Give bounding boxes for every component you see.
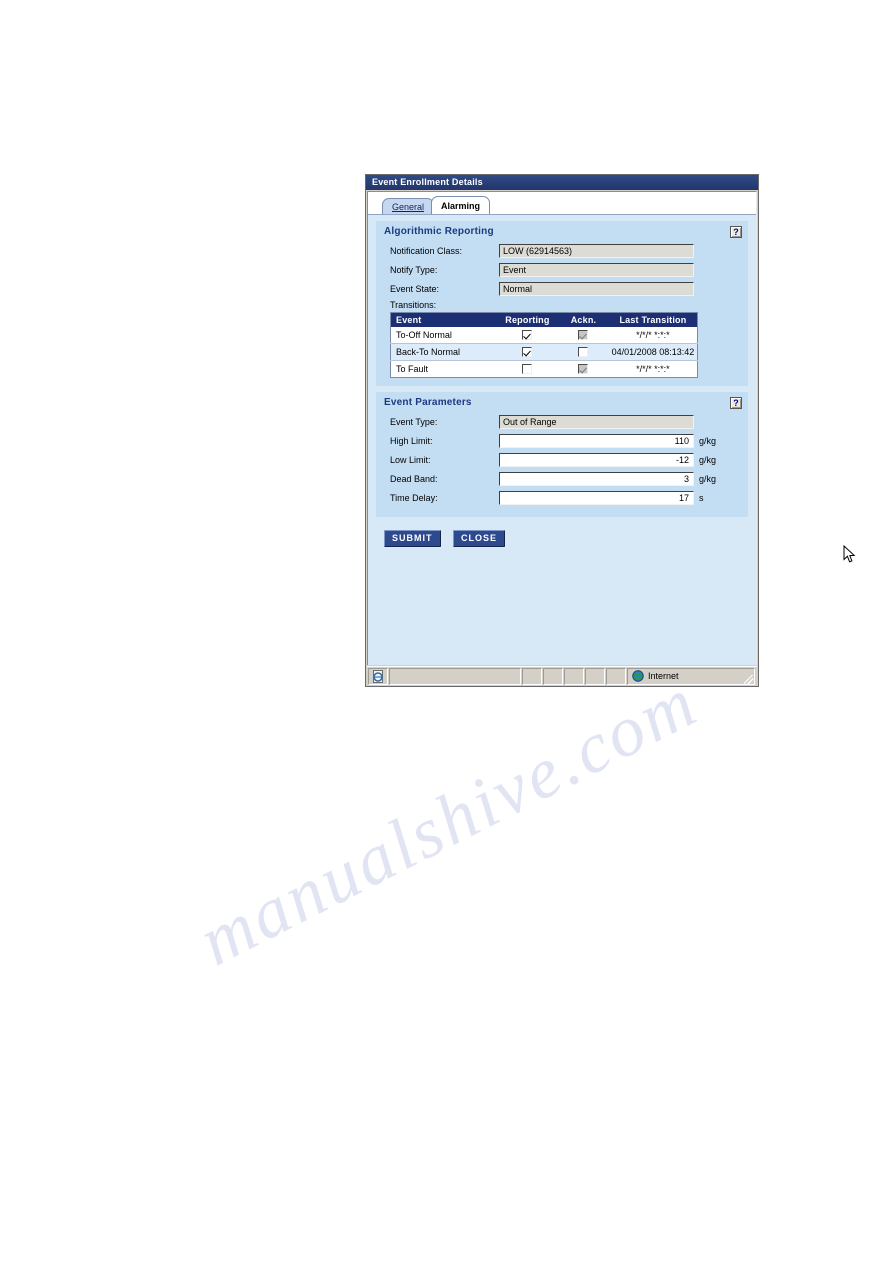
field-row-notify-type: Notify Type: Event xyxy=(384,262,740,277)
transitions-table: Event Reporting Ackn. Last Transition To… xyxy=(390,312,698,378)
status-cell-2 xyxy=(543,667,563,685)
algorithmic-reporting-title: Algorithmic Reporting xyxy=(384,226,494,237)
page-root: manualshive.com ve.com Event Enrollment … xyxy=(0,0,893,1263)
field-row-low-limit: Low Limit: -12 g/kg xyxy=(384,452,740,467)
checkbox-ackn xyxy=(578,330,589,341)
value-notify-type: Event xyxy=(499,262,694,277)
input-low-limit[interactable]: -12 xyxy=(499,452,694,467)
close-button[interactable]: CLOSE xyxy=(452,530,505,547)
tab-general[interactable]: General xyxy=(382,198,435,214)
content-area: ? Algorithmic Reporting Notification Cla… xyxy=(368,214,756,665)
security-zone-indicator[interactable]: Internet xyxy=(627,667,755,685)
unit-high-limit: g/kg xyxy=(699,435,717,446)
help-icon-event-parameters[interactable]: ? xyxy=(730,397,742,409)
input-time-delay[interactable]: 17 xyxy=(499,490,694,505)
tab-alarming[interactable]: Alarming xyxy=(431,196,491,214)
cell-last-transition: */*/* *:*:* xyxy=(608,360,698,378)
field-row-event-state: Event State: Normal xyxy=(384,281,740,296)
cell-ackn xyxy=(558,360,609,378)
globe-icon xyxy=(632,670,644,682)
status-cell-1 xyxy=(522,667,542,685)
column-header-ackn: Ackn. xyxy=(558,312,609,327)
checkbox-ackn xyxy=(578,364,589,375)
checkbox-reporting[interactable] xyxy=(522,364,533,375)
column-header-last-transition: Last Transition xyxy=(608,312,698,327)
input-dead-band[interactable]: 3 xyxy=(499,471,694,486)
cell-last-transition: */*/* *:*:* xyxy=(608,327,698,344)
mouse-cursor xyxy=(843,544,856,569)
label-notify-type: Notify Type: xyxy=(390,264,438,275)
cell-event-name: To Fault xyxy=(390,360,497,378)
ie-document-icon xyxy=(368,667,388,685)
field-row-time-delay: Time Delay: 17 s xyxy=(384,490,740,505)
action-button-bar: SUBMIT CLOSE xyxy=(384,528,756,547)
cell-last-transition: 04/01/2008 08:13:42 xyxy=(608,343,698,361)
table-row: To-Off Normal */*/* *:*:* xyxy=(390,327,698,344)
window-client-area: General Alarming ? Algorithmic Reporting… xyxy=(367,191,757,665)
value-event-type: Out of Range xyxy=(499,414,694,429)
cell-event-name: To-Off Normal xyxy=(390,327,497,344)
cell-reporting xyxy=(496,327,559,344)
label-high-limit: High Limit: xyxy=(390,435,433,446)
event-parameters-panel: ? Event Parameters Event Type: Out of Ra… xyxy=(376,392,748,517)
cell-ackn xyxy=(558,343,609,361)
field-row-event-type: Event Type: Out of Range xyxy=(384,414,740,429)
help-icon-algorithmic-reporting[interactable]: ? xyxy=(730,226,742,238)
label-transitions: Transitions: xyxy=(390,300,437,310)
status-cell-4 xyxy=(585,667,605,685)
column-header-reporting: Reporting xyxy=(496,312,559,327)
security-zone-label: Internet xyxy=(648,671,679,681)
unit-dead-band: g/kg xyxy=(699,473,717,484)
label-notification-class: Notification Class: xyxy=(390,245,463,256)
label-dead-band: Dead Band: xyxy=(390,473,438,484)
resize-grip[interactable] xyxy=(742,668,754,685)
label-event-type: Event Type: xyxy=(390,416,438,427)
status-cell-5 xyxy=(606,667,626,685)
cell-reporting xyxy=(496,360,559,378)
event-parameters-title: Event Parameters xyxy=(384,397,472,408)
window-title: Event Enrollment Details xyxy=(366,175,758,190)
unit-low-limit: g/kg xyxy=(699,454,717,465)
column-header-event: Event xyxy=(390,312,497,327)
field-row-notification-class: Notification Class: LOW (62914563) xyxy=(384,243,740,258)
cell-ackn xyxy=(558,327,609,344)
status-cell-3 xyxy=(564,667,584,685)
algorithmic-reporting-panel: ? Algorithmic Reporting Notification Cla… xyxy=(376,221,748,386)
value-notification-class: LOW (62914563) xyxy=(499,243,694,258)
cell-event-name: Back-To Normal xyxy=(390,343,497,361)
checkbox-reporting[interactable] xyxy=(522,347,533,358)
label-time-delay: Time Delay: xyxy=(390,492,438,503)
status-message-cell xyxy=(389,667,521,685)
transitions-table-body: To-Off Normal */*/* *:*:* Back-To Normal… xyxy=(390,327,698,378)
field-row-high-limit: High Limit: 110 g/kg xyxy=(384,433,740,448)
event-enrollment-details-window: Event Enrollment Details General Alarmin… xyxy=(365,174,856,687)
checkbox-ackn[interactable] xyxy=(578,347,589,358)
label-low-limit: Low Limit: xyxy=(390,454,431,465)
input-high-limit[interactable]: 110 xyxy=(499,433,694,448)
table-header-row: Event Reporting Ackn. Last Transition xyxy=(390,312,698,327)
field-row-dead-band: Dead Band: 3 g/kg xyxy=(384,471,740,486)
status-bar: Internet xyxy=(367,666,757,685)
value-event-state: Normal xyxy=(499,281,694,296)
table-row: To Fault */*/* *:*:* xyxy=(390,360,698,378)
label-event-state: Event State: xyxy=(390,283,440,294)
cell-reporting xyxy=(496,343,559,361)
checkbox-reporting[interactable] xyxy=(522,330,533,341)
submit-button[interactable]: SUBMIT xyxy=(384,530,441,547)
tab-strip: General Alarming xyxy=(368,192,756,214)
watermark-text-1: manualshive.com xyxy=(186,661,711,981)
table-row: Back-To Normal 04/01/2008 08:13:42 xyxy=(390,343,698,361)
unit-time-delay: s xyxy=(699,492,704,503)
